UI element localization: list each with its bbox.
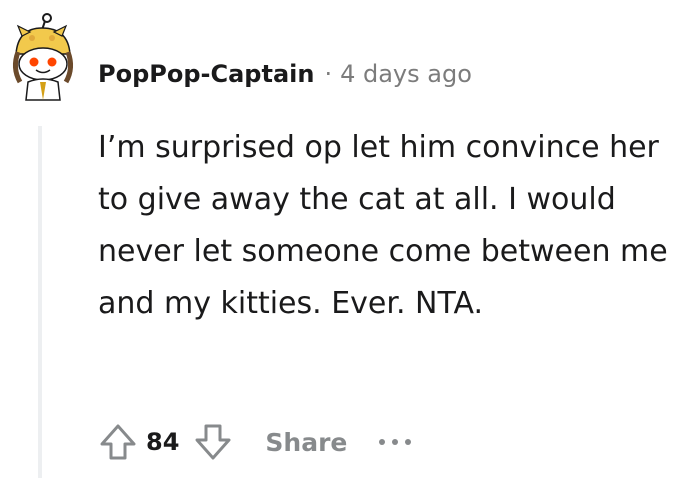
arrow-down-icon[interactable] [189, 418, 237, 466]
comment-body: I’m surprised op let him convince her to… [98, 130, 668, 321]
share-button[interactable]: Share [265, 428, 347, 457]
thread-line[interactable] [38, 126, 42, 478]
avatar[interactable] [6, 12, 78, 102]
separator-dot: · [324, 60, 333, 88]
comment-actions: 84 Share [94, 416, 412, 468]
more-dot [405, 439, 412, 445]
snoo-avatar-icon [12, 13, 74, 101]
username-link[interactable]: PopPop-Captain [98, 60, 314, 88]
vote-score: 84 [146, 428, 180, 456]
more-dot [379, 439, 386, 445]
comment-header: PopPop-Captain · 4 days ago [98, 56, 472, 92]
arrow-up-icon[interactable] [94, 418, 142, 466]
more-dot [392, 439, 399, 445]
timestamp[interactable]: 4 days ago [340, 60, 472, 88]
more-options-icon[interactable] [379, 439, 412, 445]
